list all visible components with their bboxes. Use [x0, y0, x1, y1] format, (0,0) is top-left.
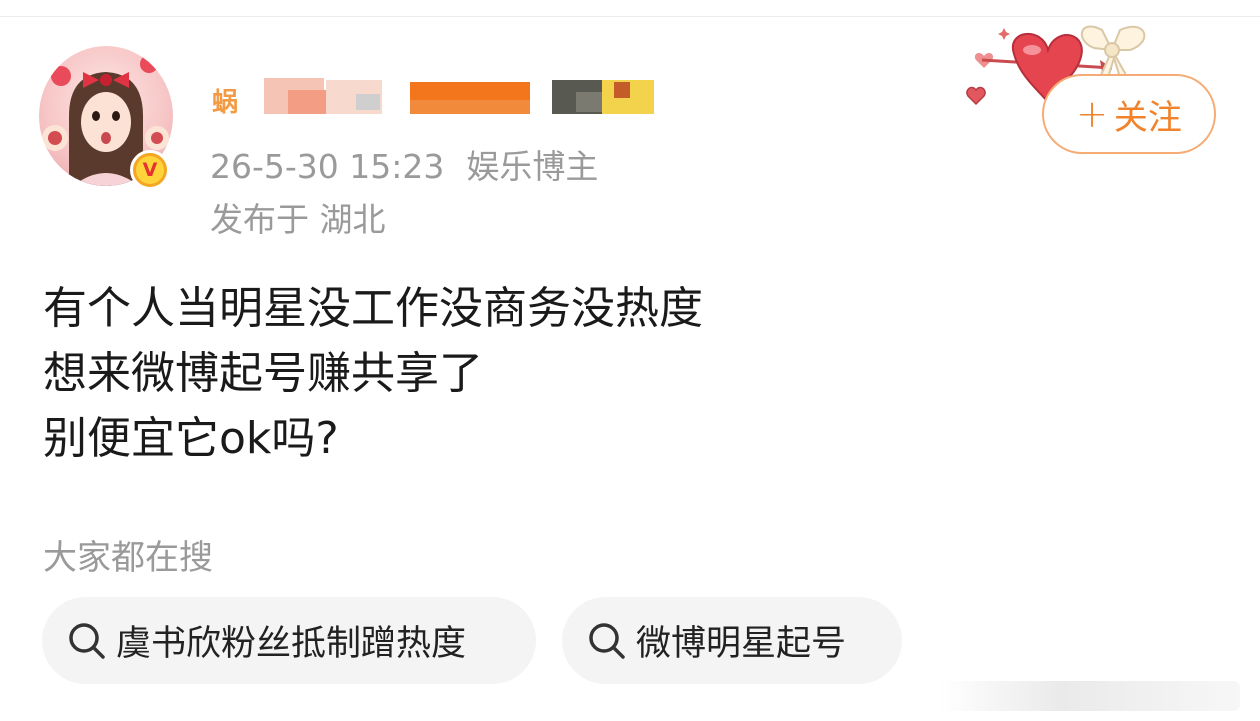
post-content-line: 有个人当明星没工作没商务没热度 [43, 283, 703, 334]
follow-button-label: 关注 [1113, 97, 1182, 138]
verified-badge-icon: V [130, 150, 170, 190]
post-location: 发布于 湖北 [210, 200, 386, 239]
search-icon [589, 622, 625, 659]
follow-button[interactable]: + 关注 [1042, 74, 1216, 154]
trending-search-heading: 大家都在搜 [43, 538, 213, 578]
plus-icon: + [1076, 92, 1108, 136]
author-role: 娱乐博主 [466, 147, 599, 186]
top-divider [0, 16, 1260, 17]
search-chip-label: 虞书欣粉丝抵制蹭热度 [116, 624, 467, 664]
search-chip-1[interactable]: 虞书欣粉丝抵制蹭热度 [42, 597, 536, 684]
search-icon [69, 622, 105, 659]
post-timestamp: 26-5-30 15:23 [210, 147, 445, 186]
post-content-line: 别便宜它ok吗? [43, 413, 339, 464]
name-mosaic-redaction [264, 76, 654, 116]
author-name-fragment: 蜗 [212, 88, 241, 118]
verified-badge-letter: V [136, 156, 164, 184]
author-name[interactable]: 蜗 [208, 76, 654, 118]
search-chip-2[interactable]: 微博明星起号 [562, 597, 902, 684]
avatar[interactable]: V [39, 46, 173, 190]
post-content: 有个人当明星没工作没商务没热度 想来微博起号赚共享了 别便宜它ok吗? [43, 276, 943, 471]
post-meta: 26-5-30 15:23 娱乐博主 [210, 140, 598, 188]
search-chip-label: 微博明星起号 [636, 624, 847, 664]
watermark [940, 681, 1240, 711]
post-content-line: 想来微博起号赚共享了 [43, 348, 483, 399]
